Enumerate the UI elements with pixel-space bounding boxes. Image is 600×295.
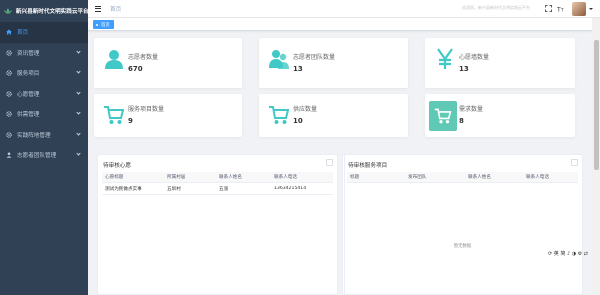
column-header: 联系人电话 (526, 175, 549, 180)
sidebar-item-label: 服务项目 (17, 71, 40, 78)
cart-icon (269, 106, 289, 124)
stat-value: 10 (293, 117, 303, 125)
panel-title: 待审核心愿 (103, 163, 131, 169)
sidebar-item-label: 志愿者团队管理 (17, 153, 57, 160)
services-table: 标题 发布团队 联系人姓名 联系人电话 (347, 172, 578, 183)
column-header: 标题 (350, 175, 360, 180)
yen-icon (437, 48, 453, 69)
column-header: 所属村居 (167, 175, 186, 180)
svg-text:T: T (560, 8, 564, 13)
scrollbar-thumb[interactable] (594, 40, 599, 170)
cart-icon-box (429, 101, 457, 131)
stat-value: 670 (128, 65, 143, 73)
page-scrollbar[interactable] (592, 18, 600, 295)
sidebar-item-label: 供需管理 (17, 112, 40, 119)
stat-label: 供应数量 (293, 106, 318, 113)
cart-icon (104, 106, 124, 124)
gear-icon (6, 131, 12, 138)
sidebar-item-label: 资讯管理 (17, 50, 40, 57)
refresh-icon[interactable] (326, 159, 333, 166)
logo-icon (3, 8, 12, 14)
column-header: 联系人电话 (274, 175, 297, 180)
table-header: 心愿标题 所属村居 联系人姓名 联系人电话 (102, 172, 333, 183)
sidebar-item-services[interactable]: 服务项目 (0, 63, 88, 84)
brand: 新兴县新时代文明实践云平台 (0, 0, 88, 22)
sidebar-item-news[interactable]: 资讯管理 (0, 43, 88, 64)
sidebar-item-supply[interactable]: 供需管理 (0, 104, 88, 125)
column-header: 联系人姓名 (468, 175, 491, 180)
chevron-down-icon (76, 151, 81, 156)
chevron-down-icon (76, 89, 81, 95)
refresh-icon[interactable] (571, 159, 578, 166)
wishes-table: 心愿标题 所属村居 联系人姓名 联系人电话 测试为民做点实事 五圳村 五涨 13… (102, 172, 333, 195)
stat-card-wishwall: 心愿墙数量 13 (425, 38, 575, 88)
top-header: 首页 欢迎您，新兴县新时代文明实践云平台 TT (88, 0, 600, 18)
column-header: 联系人姓名 (219, 175, 242, 180)
user-icon (105, 50, 123, 69)
chevron-down-icon (76, 48, 81, 54)
stat-card-volunteers: 志愿者数量 670 (94, 38, 242, 88)
stat-label: 志愿者数量 (128, 54, 159, 61)
sidebar-item-label: 实践阵地管理 (17, 132, 51, 139)
gear-icon (6, 90, 12, 97)
stat-value: 13 (459, 65, 469, 73)
table-cell: 五圳村 (167, 186, 181, 192)
stat-card-teams: 志愿者团队数量 13 (259, 38, 408, 88)
stat-label: 心愿墙数量 (459, 54, 490, 61)
caret-down-icon[interactable] (589, 8, 593, 10)
stat-label: 需求数量 (459, 106, 484, 113)
gear-icon (6, 70, 12, 77)
tag-home[interactable]: 首页 (93, 20, 114, 29)
team-icon (269, 50, 289, 69)
cart-icon (434, 108, 452, 124)
tags-view: 首页 (88, 18, 600, 31)
sidebar: 新兴县新时代文明实践云平台 首页 资讯管理 服务项目 心愿管理 供需管理 实践阵… (0, 0, 88, 295)
sidebar-item-wishes[interactable]: 心愿管理 (0, 84, 88, 105)
sidebar-item-label: 首页 (17, 30, 29, 37)
hamburger-icon[interactable] (95, 5, 101, 12)
table-header: 标题 发布团队 联系人姓名 联系人电话 (347, 172, 578, 183)
table-cell: 五涨 (219, 186, 229, 192)
welcome-text: 欢迎您，新兴县新时代文明实践云平台 (462, 5, 530, 10)
table-row[interactable]: 测试为民做点实事 五圳村 五涨 13634215414 (102, 183, 333, 195)
empty-text: 暂无数据 (453, 244, 472, 249)
stat-value: 13 (293, 65, 303, 73)
avatar[interactable] (572, 2, 586, 16)
stat-label: 志愿者团队数量 (293, 54, 336, 61)
breadcrumb[interactable]: 首页 (110, 5, 121, 13)
gear-icon (6, 111, 12, 118)
table-cell: 测试为民做点实事 (105, 186, 142, 192)
chevron-down-icon (76, 130, 81, 136)
stat-value: 8 (459, 117, 464, 125)
sidebar-item-positions[interactable]: 实践阵地管理 (0, 125, 88, 146)
pending-services-panel: 待审核服务项目 标题 发布团队 联系人姓名 联系人电话 暂无数据 (342, 154, 583, 295)
divider (344, 155, 345, 294)
app-title: 新兴县新时代文明实践云平台 (15, 9, 88, 15)
chevron-down-icon (76, 69, 81, 74)
stat-card-demand: 需求数量 8 (425, 94, 575, 137)
sidebar-item-label: 心愿管理 (17, 91, 40, 98)
fullscreen-icon[interactable] (545, 5, 552, 12)
pending-wishes-panel: 待审核心愿 心愿标题 所属村居 联系人姓名 联系人电话 测试为民做点实事 五圳村… (97, 154, 338, 295)
font-size-icon[interactable]: TT (557, 5, 564, 13)
sidebar-item-home[interactable]: 首页 (0, 22, 88, 43)
sidebar-item-teams[interactable]: 志愿者团队管理 (0, 145, 88, 166)
gear-icon (6, 49, 12, 56)
home-icon (6, 29, 12, 35)
stat-card-services: 服务项目数量 9 (94, 94, 242, 137)
panel-title: 待审核服务项目 (348, 163, 388, 169)
stat-card-supply: 供应数量 10 (259, 94, 408, 137)
chevron-down-icon (76, 110, 81, 115)
table-cell: 13634215414 (274, 186, 307, 191)
column-header: 发布团队 (408, 175, 427, 180)
stat-label: 服务项目数量 (128, 106, 165, 113)
column-header: 心愿标题 (105, 175, 124, 180)
floating-toolbar[interactable]: ⟳ 英 简 ♪ ◑ ⚙ ⇄ (548, 250, 588, 257)
user-icon (6, 152, 12, 159)
stat-value: 9 (128, 117, 133, 125)
